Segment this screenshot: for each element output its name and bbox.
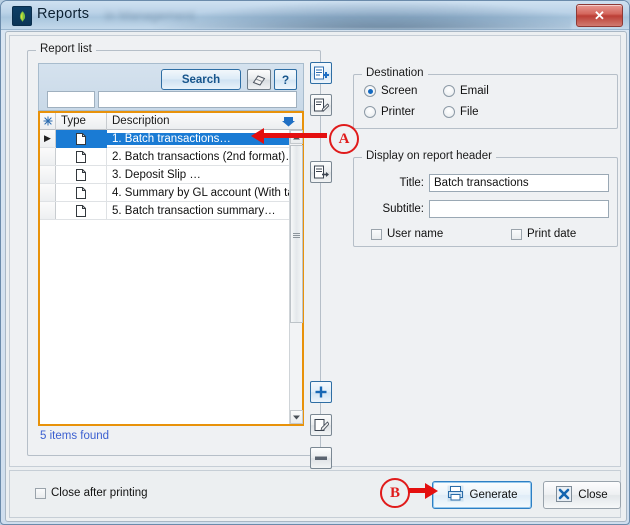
annotation-marker-a: A: [329, 124, 359, 154]
table-row[interactable]: 5. Batch transaction summary…: [40, 201, 289, 220]
scroll-down-icon[interactable]: [290, 410, 303, 424]
row-indicator-icon: [40, 148, 56, 165]
checkbox-user-name-box: [371, 228, 382, 240]
scrollbar-grip-icon: [293, 232, 300, 238]
radio-screen-indicator: [364, 85, 376, 97]
items-found-status: 5 items found: [40, 430, 110, 442]
edit-report-icon[interactable]: [310, 94, 332, 116]
snowflake-icon[interactable]: [40, 112, 56, 130]
document-icon: [56, 165, 107, 184]
close-button[interactable]: Close: [543, 481, 621, 509]
report-description-cell: 4. Summary by GL account (With taxe: [112, 186, 289, 199]
checkbox-print-date-label: Print date: [527, 228, 577, 240]
minus-icon[interactable]: [310, 447, 332, 469]
new-report-icon[interactable]: [310, 62, 332, 84]
dialog-body: Report list Search ? Type Description ▶ …: [5, 31, 627, 522]
document-icon: [56, 147, 107, 166]
radio-email-label: Email: [460, 85, 489, 97]
plus-icon[interactable]: [310, 381, 332, 403]
radio-file[interactable]: File: [443, 106, 479, 118]
checkbox-close-after-printing-box: [35, 487, 46, 499]
destination-group-label: Destination: [362, 67, 428, 79]
title-bar: Reports in Management ✕: [1, 1, 629, 30]
checkbox-close-after-printing-label: Close after printing: [51, 487, 148, 499]
report-header-group-label: Display on report header: [362, 150, 496, 162]
report-list-group-label: Report list: [36, 43, 96, 55]
report-description-cell: 5. Batch transaction summary…: [112, 204, 276, 217]
checkbox-user-name-label: User name: [387, 228, 444, 240]
report-header-groupbox: Display on report header Title: Batch tr…: [353, 150, 618, 247]
report-list-groupbox: Report list Search ? Type Description ▶ …: [27, 43, 321, 456]
column-header-description[interactable]: Description: [107, 113, 302, 130]
sort-descending-icon: [282, 116, 295, 130]
close-button-label: Close: [578, 489, 608, 501]
window-close-button[interactable]: ✕: [576, 4, 623, 27]
leaf-logo-icon: [12, 6, 32, 26]
row-indicator-icon: [40, 184, 56, 201]
report-description-cell: 2. Batch transactions (2nd format)…: [112, 150, 289, 163]
scrollbar-thumb[interactable]: [290, 145, 303, 323]
title-input[interactable]: Batch transactions: [429, 174, 609, 192]
report-grid-rows[interactable]: ▶ 1. Batch transactions… 2. Batch transact…: [40, 130, 289, 424]
annotation-arrow-a-line: [264, 133, 327, 138]
report-description-cell: 3. Deposit Slip …: [112, 168, 201, 181]
reports-dialog-window: Reports in Management ✕ Report list Sear…: [0, 0, 630, 525]
eraser-icon[interactable]: [247, 69, 271, 90]
column-header-description-label: Description: [112, 115, 170, 127]
radio-printer-indicator: [364, 106, 376, 118]
row-indicator-icon: [40, 166, 56, 183]
radio-email[interactable]: Email: [443, 85, 489, 97]
report-grid: Type Description ▶ 1. Batch transactions……: [38, 111, 304, 426]
table-row[interactable]: 3. Deposit Slip …: [40, 165, 289, 184]
checkbox-user-name[interactable]: User name: [371, 228, 443, 240]
x-icon: [556, 485, 573, 505]
radio-file-indicator: [443, 106, 455, 118]
content-frame: Report list Search ? Type Description ▶ …: [9, 35, 621, 469]
row-indicator-icon: ▶: [40, 130, 56, 147]
filter-description-input[interactable]: [98, 91, 297, 108]
dialog-footer: Close after printing Generate Close: [9, 470, 621, 518]
row-indicator-icon: [40, 202, 56, 219]
printer-icon: [447, 485, 464, 505]
filter-type-input[interactable]: [47, 91, 95, 108]
help-button[interactable]: ?: [274, 69, 297, 90]
radio-screen[interactable]: Screen: [364, 85, 417, 97]
modify-icon[interactable]: [310, 414, 332, 436]
destination-groupbox: Destination Screen Email Printer File: [353, 67, 618, 129]
annotation-arrow-b-line: [408, 488, 426, 493]
table-row[interactable]: 2. Batch transactions (2nd format)…: [40, 147, 289, 166]
grid-vertical-scrollbar[interactable]: [289, 130, 303, 424]
document-icon: [56, 130, 107, 148]
subtitle-input[interactable]: [429, 200, 609, 218]
radio-printer[interactable]: Printer: [364, 106, 415, 118]
search-panel: Search ?: [38, 63, 304, 111]
title-bar-glow: [151, 1, 571, 29]
annotation-arrow-b-head: [425, 482, 438, 499]
generate-button[interactable]: Generate: [432, 481, 532, 509]
annotation-marker-b: B: [380, 478, 410, 508]
annotation-arrow-a-head: [251, 127, 264, 144]
title-label: Title:: [399, 177, 425, 189]
window-title-suffix-blurred: in Management: [105, 8, 195, 23]
radio-screen-label: Screen: [381, 85, 418, 97]
export-report-icon[interactable]: [310, 161, 332, 183]
radio-file-label: File: [460, 106, 479, 118]
window-title: Reports: [37, 6, 90, 22]
document-icon: [56, 183, 107, 202]
radio-email-indicator: [443, 85, 455, 97]
checkbox-close-after-printing[interactable]: Close after printing: [35, 487, 148, 499]
document-icon: [56, 201, 107, 220]
radio-printer-label: Printer: [381, 106, 415, 118]
table-row[interactable]: 4. Summary by GL account (With taxe: [40, 183, 289, 202]
generate-button-label: Generate: [469, 489, 518, 501]
subtitle-label: Subtitle:: [382, 203, 424, 215]
checkbox-print-date[interactable]: Print date: [511, 228, 576, 240]
checkbox-print-date-box: [511, 228, 522, 240]
search-button[interactable]: Search: [161, 69, 241, 90]
column-header-type[interactable]: Type: [56, 112, 107, 130]
